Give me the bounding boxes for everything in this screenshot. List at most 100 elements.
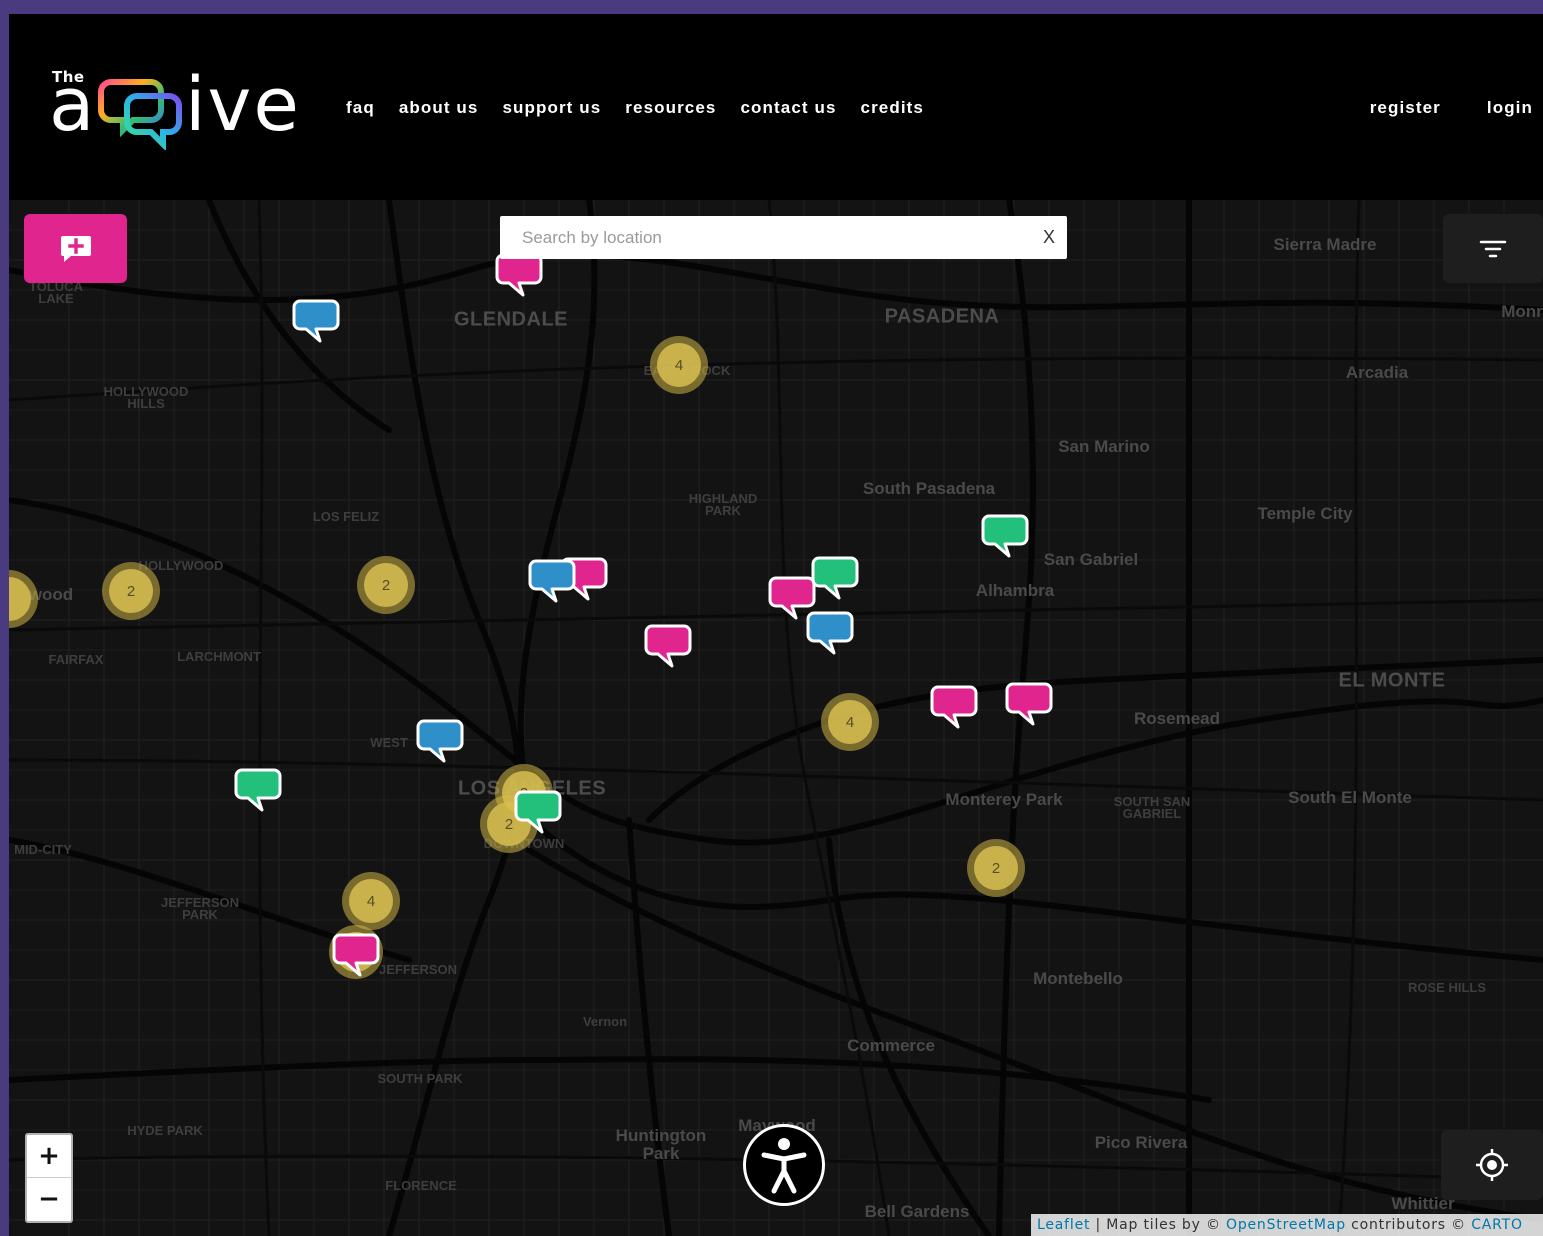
comment-bubble-icon xyxy=(981,514,1029,558)
locate-icon xyxy=(1476,1149,1508,1181)
locate-me-button[interactable] xyxy=(1441,1130,1543,1200)
logo-ive: ive xyxy=(185,62,301,148)
comment-marker[interactable] xyxy=(810,555,860,601)
map-roads xyxy=(9,200,1543,1236)
comment-bubble-icon xyxy=(528,559,576,603)
comment-bubble-icon xyxy=(930,685,978,729)
place-label: FAIRFAX xyxy=(48,652,104,667)
comment-marker[interactable] xyxy=(415,718,465,764)
place-label: Rosemead xyxy=(1134,709,1220,728)
cluster-count: 2 xyxy=(364,563,408,607)
comment-bubble-icon xyxy=(1005,682,1053,726)
place-label: FLORENCE xyxy=(385,1178,457,1193)
logo[interactable]: The a ive xyxy=(49,64,299,164)
place-label: Pico Rivera xyxy=(1094,1133,1188,1152)
add-comment-button[interactable] xyxy=(24,214,127,283)
auth-links: register login xyxy=(1370,98,1533,118)
cluster-count: 4 xyxy=(828,700,872,744)
place-label: Monterey Park xyxy=(945,790,1063,809)
leaflet-link[interactable]: Leaflet xyxy=(1037,1217,1090,1233)
accessibility-icon xyxy=(761,1138,807,1194)
register-link[interactable]: register xyxy=(1370,98,1441,118)
comment-marker[interactable] xyxy=(291,298,341,344)
comment-marker[interactable] xyxy=(527,558,577,604)
clear-search-button[interactable]: X xyxy=(1031,227,1067,248)
zoom-control: + − xyxy=(25,1133,73,1223)
place-label: LOS FELIZ xyxy=(312,509,380,524)
cluster-count: 4 xyxy=(349,879,393,923)
place-label: Monr xyxy=(1501,302,1543,321)
search-input[interactable] xyxy=(500,216,1031,259)
nav-faq[interactable]: faq xyxy=(346,98,375,118)
comment-marker[interactable] xyxy=(805,610,855,656)
logo-a: a xyxy=(49,62,95,148)
place-label: GLENDALE xyxy=(454,308,568,331)
nav-contact-us[interactable]: contact us xyxy=(740,98,836,118)
place-label: PASADENA xyxy=(884,305,1000,328)
place-label: Alhambra xyxy=(975,581,1055,600)
cluster-count xyxy=(9,577,31,621)
place-label: Huntington Park xyxy=(615,1126,707,1163)
osm-link[interactable]: OpenStreetMap xyxy=(1226,1217,1346,1233)
zoom-out-button[interactable]: − xyxy=(27,1178,71,1220)
map[interactable]: Sierra Madre GLENDALE PASADENA Arcadia S… xyxy=(9,200,1543,1236)
place-label: SOUTH SAN GABRIEL xyxy=(1113,794,1191,821)
accessibility-button[interactable] xyxy=(743,1124,825,1206)
place-label: HOLLYWOOD HILLS xyxy=(103,384,189,411)
place-label: Vernon xyxy=(582,1014,628,1029)
filter-button[interactable] xyxy=(1443,214,1543,283)
place-label: ROSE HILLS xyxy=(1407,980,1487,995)
place-label: HIGHLAND PARK xyxy=(688,491,758,518)
cluster-marker[interactable]: 2 xyxy=(967,839,1025,897)
cluster-count: 2 xyxy=(109,569,153,613)
comment-marker[interactable] xyxy=(980,513,1030,559)
comment-bubble-icon xyxy=(514,790,562,834)
comment-marker[interactable] xyxy=(233,767,283,813)
cluster-marker[interactable]: 4 xyxy=(821,693,879,751)
carto-link[interactable]: CARTO xyxy=(1471,1217,1523,1233)
comment-marker[interactable] xyxy=(513,789,563,835)
comment-bubble-icon xyxy=(416,719,464,763)
place-label: EL MONTE xyxy=(1338,669,1446,692)
place-label: LARCHMONT xyxy=(177,649,261,664)
place-label: South Pasadena xyxy=(862,479,996,498)
main-nav: faq about us support us resources contac… xyxy=(346,98,924,118)
comment-marker[interactable] xyxy=(643,623,693,669)
comment-marker[interactable] xyxy=(1004,681,1054,727)
comment-marker[interactable] xyxy=(929,684,979,730)
map-attribution: Leaflet | Map tiles by © OpenStreetMap c… xyxy=(1031,1214,1543,1236)
place-label: Bell Gardens xyxy=(864,1202,970,1221)
place-label: San Gabriel xyxy=(1043,550,1139,569)
place-label: Montebello xyxy=(1033,969,1123,988)
nav-support-us[interactable]: support us xyxy=(502,98,601,118)
comment-marker[interactable] xyxy=(331,932,381,978)
place-label: San Marino xyxy=(1058,437,1150,456)
app-frame: The a ive faq about us support us resour… xyxy=(9,14,1543,1236)
place-label: Temple City xyxy=(1257,504,1353,523)
place-label: South El Monte xyxy=(1288,788,1412,807)
nav-resources[interactable]: resources xyxy=(625,98,716,118)
filter-icon xyxy=(1479,240,1507,257)
place-label: JEFFERSON PARK xyxy=(160,895,239,922)
place-label: Arcadia xyxy=(1345,363,1409,382)
place-label: TOLUCA LAKE xyxy=(29,279,83,306)
place-label: Commerce xyxy=(847,1036,935,1055)
attribution-text: | Map tiles by © xyxy=(1090,1217,1226,1233)
site-header: The a ive faq about us support us resour… xyxy=(9,14,1543,200)
comment-bubble-icon xyxy=(332,933,380,977)
nav-about-us[interactable]: about us xyxy=(399,98,479,118)
cluster-count: 4 xyxy=(657,343,701,387)
place-label: WEST xyxy=(370,735,408,750)
cluster-marker[interactable]: 4 xyxy=(342,872,400,930)
cluster-marker[interactable]: 4 xyxy=(650,336,708,394)
location-search: X xyxy=(500,216,1067,259)
attribution-text: contributors © xyxy=(1345,1217,1472,1233)
zoom-in-button[interactable]: + xyxy=(27,1135,71,1178)
cluster-marker[interactable]: 2 xyxy=(357,556,415,614)
nav-credits[interactable]: credits xyxy=(861,98,924,118)
login-link[interactable]: login xyxy=(1487,98,1533,118)
place-label: Sierra Madre xyxy=(1273,235,1377,254)
place-label: JEFFERSON xyxy=(378,962,458,977)
cluster-marker[interactable]: 2 xyxy=(102,562,160,620)
comment-bubble-icon xyxy=(234,768,282,812)
